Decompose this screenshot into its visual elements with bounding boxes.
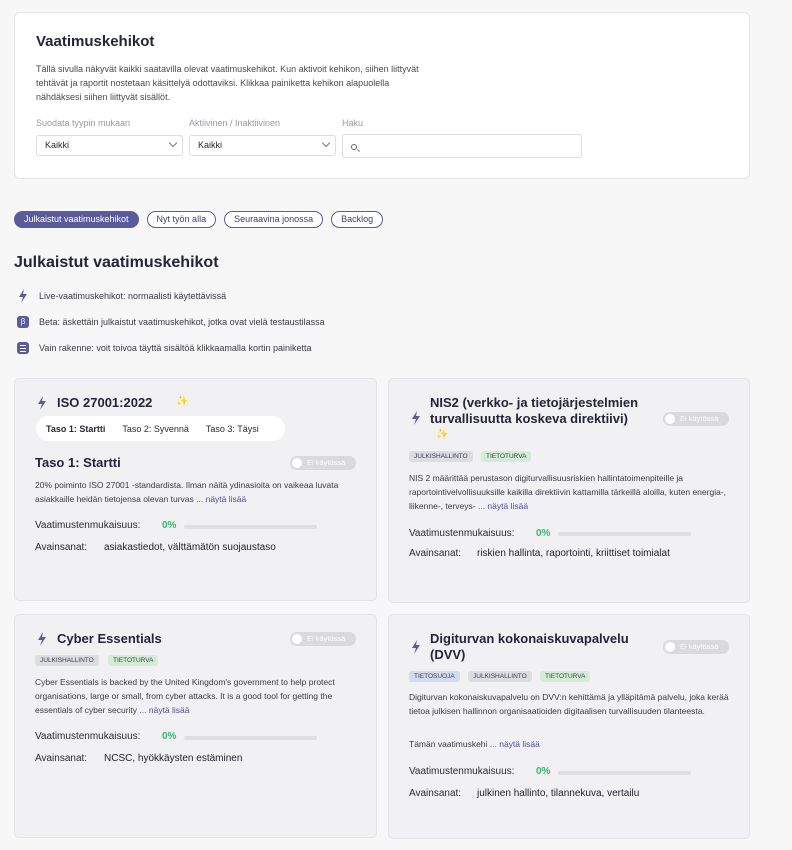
tab-in-progress[interactable]: Nyt työn alla (146, 211, 217, 228)
keywords-value: riskien hallinta, raportointi, kriittise… (477, 548, 670, 559)
card-description: NIS 2 määrittää perustason digiturvallis… (409, 471, 729, 513)
compliance-label: Vaatimustenmukaisuus: (409, 528, 515, 539)
keywords-value: NCSC, hyökkäysten estäminen (104, 753, 243, 764)
toggle-label: Ei käytössä (680, 414, 719, 423)
level-tab-1[interactable]: Taso 1: Startti (46, 424, 105, 434)
section-title: Julkaistut vaatimuskehikot (14, 254, 219, 271)
compliance-progress-bar (558, 771, 691, 775)
keywords-label: Avainsanat: (409, 788, 462, 799)
tab-published[interactable]: Julkaistut vaatimuskehikot (14, 211, 139, 228)
type-filter-select[interactable]: Kaikki (36, 135, 183, 156)
intro-text: Tällä sivulla näkyvät kaikki saatavilla … (36, 64, 419, 102)
compliance-value: 0% (536, 766, 551, 777)
intro-card: Vaatimuskehikot Tällä sivulla näkyvät ka… (14, 12, 750, 179)
keywords-value: julkinen hallinto, tilannekuva, vertailu (477, 788, 640, 799)
card-title: NIS2 (verkko- ja tietojärjestelmien turv… (430, 395, 639, 426)
search-label: Haku (342, 118, 364, 128)
card-title: Cyber Essentials (57, 631, 162, 646)
enable-toggle[interactable]: Ei käytössä (290, 456, 356, 470)
keywords-label: Avainsanat: (35, 753, 88, 764)
show-more-link[interactable]: ... näytä lisää (139, 705, 189, 715)
toggle-knob (292, 458, 302, 468)
type-filter-value: Kaikki (45, 140, 70, 150)
show-more-link[interactable]: ... näytä lisää (478, 501, 528, 511)
toggle-label: Ei käytössä (307, 458, 346, 467)
active-filter-value: Kaikki (198, 140, 223, 150)
description-text: NIS 2 määrittää perustason digiturvallis… (409, 473, 726, 511)
bolt-icon (38, 396, 46, 410)
level-tab-2[interactable]: Taso 2: Syvennä (122, 424, 189, 434)
structure-icon (16, 341, 30, 355)
description-text: Tämän vaatimuskehi (409, 739, 488, 749)
tag-badge: JULKISHALLINTO (35, 655, 99, 666)
enable-toggle[interactable]: Ei käytössä (663, 412, 729, 426)
toggle-knob (665, 414, 675, 424)
bolt-icon (16, 289, 30, 303)
active-filter-label: Aktiivinen / Inaktiivinen (189, 118, 281, 128)
toggle-label: Ei käytössä (680, 642, 719, 651)
level-tab-3[interactable]: Taso 3: Täysi (206, 424, 259, 434)
toggle-knob (292, 634, 302, 644)
legend-live-text: Live-vaatimuskehikot: normaalisti käytet… (39, 291, 227, 301)
search-input[interactable] (342, 134, 582, 158)
bolt-icon (38, 632, 46, 646)
keywords-label: Avainsanat: (35, 542, 88, 553)
description-text: 20% poiminto ISO 27001 -standardista. Il… (35, 480, 339, 504)
compliance-value: 0% (162, 520, 177, 531)
tag-badge: TIETOTURVA (540, 671, 591, 682)
legend-beta-text: Beta: äskettäin julkaistut vaatimuskehik… (39, 317, 325, 327)
legend-structure: Vain rakenne: voit toivoa täyttä sisältö… (16, 341, 311, 355)
keywords-value: asiakastiedot, välttämätön suojaustaso (104, 542, 276, 553)
level-selector: Taso 1: Startti Taso 2: Syvennä Taso 3: … (36, 416, 285, 441)
framework-card-cyber-essentials (14, 614, 377, 838)
compliance-value: 0% (162, 731, 177, 742)
compliance-label: Vaatimustenmukaisuus: (35, 520, 141, 531)
keywords-label: Avainsanat: (409, 548, 462, 559)
card-description: Cyber Essentials is backed by the United… (35, 675, 357, 717)
card-description-continued: Tämän vaatimuskehi ... näytä lisää (409, 737, 731, 751)
tag-badge: JULKISHALLINTO (468, 671, 532, 682)
tab-up-next[interactable]: Seuraavina jonossa (224, 211, 324, 228)
tag-badge: TIETOTURVA (481, 451, 532, 462)
beta-icon: β (16, 315, 30, 329)
card-description: 20% poiminto ISO 27001 -standardista. Il… (35, 478, 355, 506)
bolt-icon (412, 411, 420, 425)
chevron-down-icon (168, 138, 178, 148)
toggle-knob (665, 642, 675, 652)
legend-live: Live-vaatimuskehikot: normaalisti käytet… (16, 289, 226, 303)
tag-badge: TIETOTURVA (108, 655, 159, 666)
card-title: Digiturvan kokonaiskuvapalvelu (DVV) (430, 631, 629, 662)
compliance-progress-bar (558, 532, 691, 536)
active-filter-select[interactable]: Kaikki (189, 135, 336, 156)
enable-toggle[interactable]: Ei käytössä (663, 640, 729, 654)
tab-backlog[interactable]: Backlog (331, 211, 384, 228)
tag-badge: JULKISHALLINTO (409, 451, 473, 462)
card-title: ISO 27001:2022 (57, 395, 153, 410)
compliance-label: Vaatimustenmukaisuus: (409, 766, 515, 777)
legend-structure-text: Vain rakenne: voit toivoa täyttä sisältö… (39, 343, 312, 353)
show-more-link[interactable]: ... näytä lisää (196, 494, 246, 504)
type-filter-label: Suodata tyypin mukaan (36, 118, 131, 128)
bolt-icon (412, 640, 420, 654)
toggle-label: Ei käytössä (307, 634, 346, 643)
legend-beta: β Beta: äskettäin julkaistut vaatimuskeh… (16, 315, 325, 329)
star-icon: ✨ (436, 429, 449, 440)
card-description: Digiturvan kokonaiskuvapalvelu on DVV:n … (409, 692, 729, 716)
compliance-value: 0% (536, 528, 551, 539)
chevron-down-icon (321, 138, 331, 148)
enable-toggle[interactable]: Ei käytössä (290, 632, 356, 646)
compliance-label: Vaatimustenmukaisuus: (35, 731, 141, 742)
page-title: Vaatimuskehikot (36, 33, 155, 50)
star-icon: ✨ (176, 396, 189, 407)
compliance-progress-bar (184, 736, 317, 740)
show-more-link[interactable]: ... näytä lisää (490, 739, 540, 749)
compliance-progress-bar (184, 525, 317, 529)
search-icon (351, 144, 357, 150)
tab-bar: Julkaistut vaatimuskehikot Nyt työn alla… (14, 211, 384, 228)
tag-badge: TIETOSUOJA (409, 671, 460, 682)
level-title: Taso 1: Startti (35, 455, 121, 470)
